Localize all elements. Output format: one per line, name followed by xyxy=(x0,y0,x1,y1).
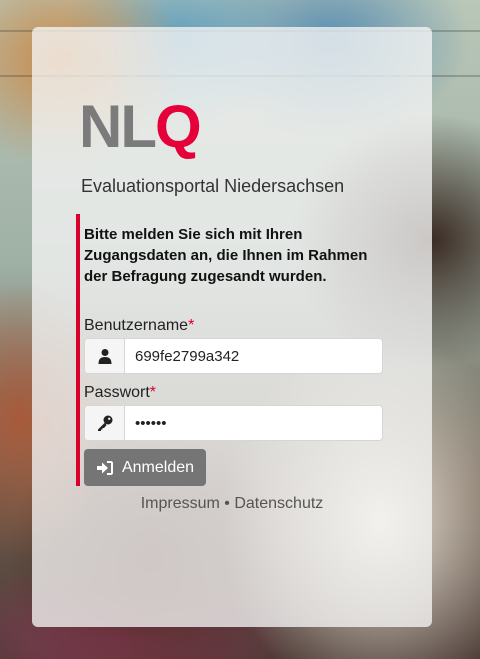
logo-text-nl: NL xyxy=(79,93,157,160)
nlq-logo: NLQ xyxy=(79,93,202,160)
required-marker: * xyxy=(188,317,195,334)
footer-links: Impressum • Datenschutz xyxy=(0,495,464,513)
key-icon xyxy=(85,406,125,440)
username-label-text: Benutzername xyxy=(84,317,189,334)
username-input[interactable] xyxy=(125,339,382,373)
datenschutz-link[interactable]: Datenschutz xyxy=(234,495,323,512)
password-label: Passwort* xyxy=(84,384,156,402)
login-button-label: Anmelden xyxy=(121,458,195,476)
portal-title: Evaluationsportal Niedersachsen xyxy=(81,176,345,196)
login-button[interactable]: Anmelden xyxy=(84,449,206,486)
impressum-link[interactable]: Impressum xyxy=(141,495,220,512)
password-label-text: Passwort xyxy=(84,384,150,401)
required-marker: * xyxy=(149,384,157,401)
username-label: Benutzername* xyxy=(84,317,194,335)
intro-text: Bitte melden Sie sich mit Ihren Zugangsd… xyxy=(84,226,368,285)
username-field-group xyxy=(84,338,383,374)
password-field-group xyxy=(84,405,383,441)
user-icon xyxy=(85,339,125,373)
logo-text-q: Q xyxy=(154,93,202,160)
password-input[interactable] xyxy=(125,406,382,440)
footer-separator: • xyxy=(224,495,230,512)
sign-in-icon xyxy=(96,460,113,475)
